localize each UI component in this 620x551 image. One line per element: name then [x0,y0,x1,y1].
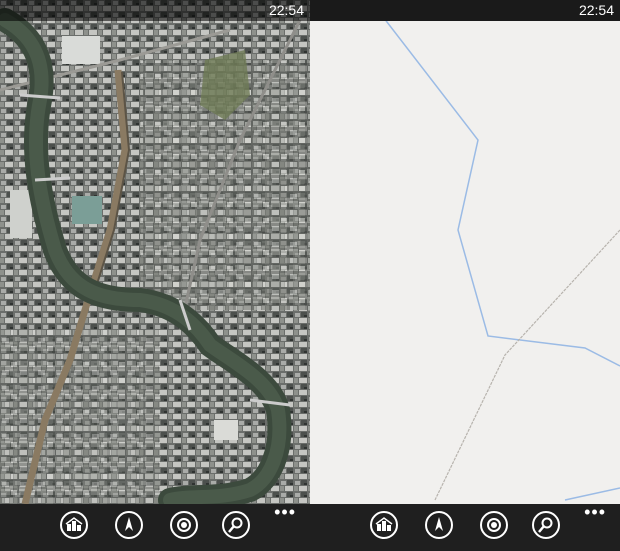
compass-icon[interactable] [115,511,143,539]
road-map[interactable] [310,0,620,551]
phone-aerial-view: 22:54 ••• [0,0,310,551]
more-menu-button[interactable]: ••• [274,503,296,521]
more-menu-button[interactable]: ••• [584,503,606,521]
app-bar: ••• [310,503,620,551]
directions-icon[interactable] [60,511,88,539]
status-bar: 22:54 [310,0,620,21]
search-icon[interactable] [222,511,250,539]
compass-icon[interactable] [425,511,453,539]
status-clock: 22:54 [578,2,614,18]
aerial-map[interactable] [0,0,310,551]
status-clock: 22:54 [268,2,304,18]
location-icon[interactable] [480,511,508,539]
directions-icon[interactable] [370,511,398,539]
search-icon[interactable] [532,511,560,539]
phone-road-view: 22:54 ••• [310,0,620,551]
location-icon[interactable] [170,511,198,539]
status-bar: 22:54 [0,0,310,21]
app-bar: ••• [0,503,310,551]
